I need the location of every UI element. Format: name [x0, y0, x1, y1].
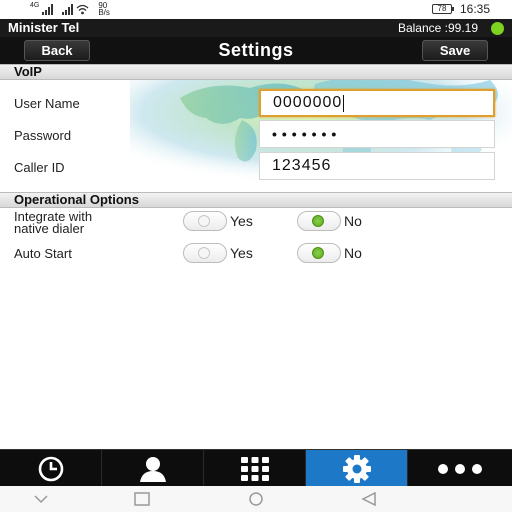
- integrate-dialer-label-line2: native dialer: [14, 221, 85, 236]
- save-button[interactable]: Save: [422, 40, 488, 61]
- network-type-label: 4G: [30, 1, 40, 9]
- status-bar: 4G 90 B/s 78 16:35: [0, 0, 512, 19]
- tab-recents[interactable]: [0, 450, 102, 487]
- radio-knob-icon: [198, 247, 210, 259]
- radio-knob-icon: [312, 247, 324, 259]
- battery-icon: 78: [431, 4, 454, 14]
- caller-id-label: Caller ID: [14, 160, 65, 175]
- battery-level: 78: [437, 4, 447, 13]
- wifi-icon: [76, 4, 89, 15]
- options-section-header: Operational Options: [0, 192, 512, 208]
- auto-start-label-text: Auto Start: [14, 246, 72, 261]
- tab-settings[interactable]: [306, 450, 408, 487]
- more-icon: [438, 463, 482, 474]
- contact-icon: [139, 456, 166, 482]
- signal-icon: [42, 3, 54, 15]
- integrate-no-radio[interactable]: [297, 211, 341, 231]
- voip-section-header: VoIP: [0, 64, 512, 80]
- back-triangle-icon[interactable]: [360, 492, 378, 506]
- tab-dialpad[interactable]: [204, 450, 306, 487]
- signal-icon-2: [62, 3, 74, 15]
- password-input[interactable]: •••••••: [259, 120, 495, 148]
- home-circle-icon[interactable]: [245, 492, 267, 506]
- status-indicator-icon: [491, 22, 504, 35]
- integrate-dialer-label: Integrate with native dialer: [14, 210, 92, 236]
- text-caret: [343, 94, 345, 112]
- dialpad-icon: [240, 456, 269, 481]
- gear-icon: [342, 454, 371, 483]
- radio-knob-icon: [198, 215, 210, 227]
- auto-start-label: Auto Start: [14, 246, 72, 261]
- auto-start-no-label: No: [344, 245, 362, 261]
- password-value: •••••••: [272, 126, 342, 142]
- network-speed: 90 B/s: [98, 2, 110, 17]
- password-label: Password: [14, 128, 72, 143]
- integrate-yes-label: Yes: [230, 213, 253, 229]
- app-name: Minister Tel: [8, 20, 80, 35]
- recents-square-icon[interactable]: [133, 492, 151, 506]
- balance-label: Balance :99.19: [397, 21, 478, 35]
- clock-icon: [38, 456, 63, 481]
- bottom-tab-bar: [0, 449, 512, 487]
- caller-id-input[interactable]: 123456: [259, 152, 495, 180]
- auto-start-no-radio[interactable]: [297, 243, 341, 263]
- integrate-no-label: No: [344, 213, 362, 229]
- speed-unit: B/s: [98, 8, 110, 17]
- auto-start-yes-radio[interactable]: [183, 243, 227, 263]
- auto-start-yes-label: Yes: [230, 245, 253, 261]
- clock-time: 16:35: [459, 2, 490, 16]
- tab-more[interactable]: [408, 450, 512, 487]
- system-nav-bar: [0, 486, 512, 512]
- username-input[interactable]: 0000000: [259, 89, 495, 117]
- caller-id-value: 123456: [272, 157, 332, 174]
- app-bar: Minister Tel Balance :99.19: [0, 19, 512, 37]
- username-label: User Name: [14, 96, 80, 111]
- username-value: 0000000: [273, 94, 343, 111]
- tab-contacts[interactable]: [102, 450, 204, 487]
- integrate-yes-radio[interactable]: [183, 211, 227, 231]
- voip-panel: User Name 0000000 Password ••••••• Calle…: [0, 80, 512, 192]
- hide-keyboard-icon[interactable]: [33, 492, 49, 506]
- radio-knob-icon: [312, 215, 324, 227]
- nav-bar: Back Settings Save: [0, 37, 512, 64]
